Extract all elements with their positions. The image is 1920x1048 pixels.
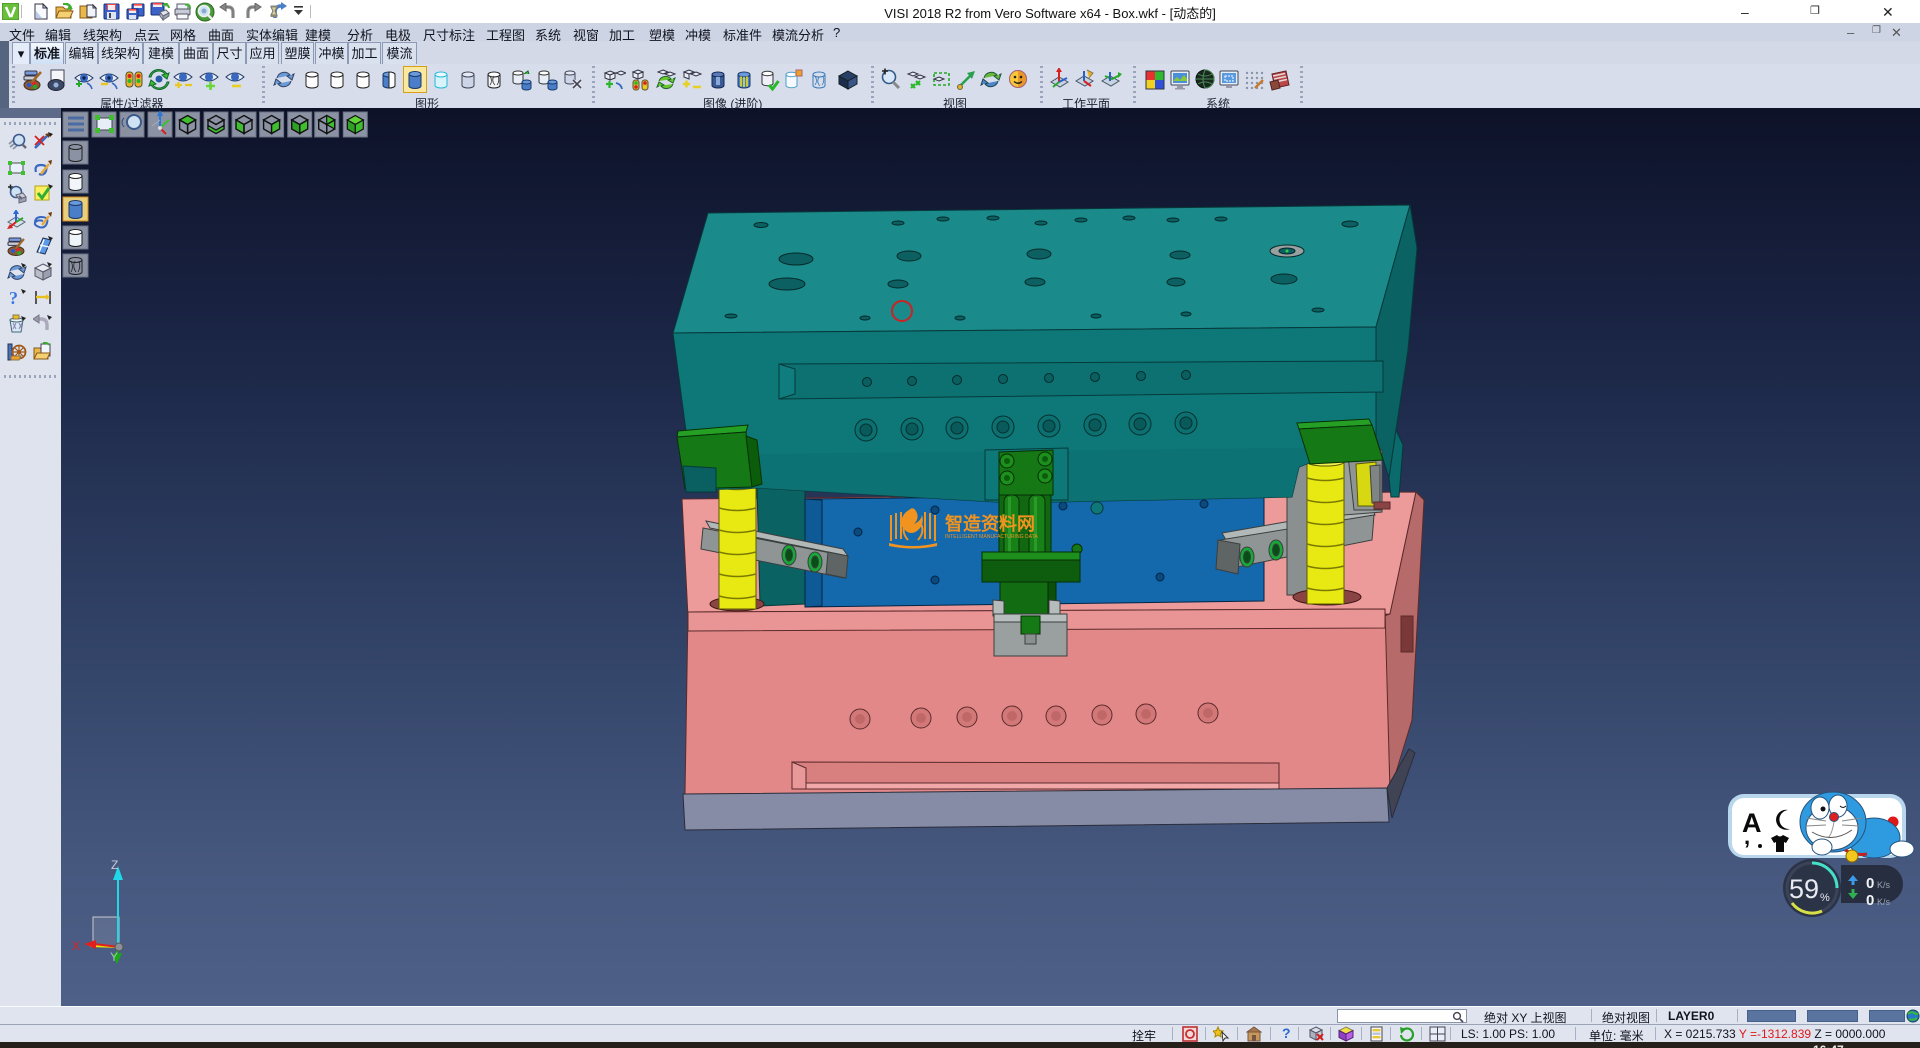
svg-text:K/s: K/s	[1877, 897, 1891, 907]
svg-text:K/s: K/s	[1877, 880, 1891, 890]
svg-text:0: 0	[1866, 875, 1874, 892]
svg-text:,: ,	[1744, 824, 1750, 849]
svg-text:Y: Y	[110, 950, 118, 964]
svg-text:Z: Z	[111, 858, 118, 872]
svg-text:智造资料网: 智造资料网	[945, 513, 1035, 534]
svg-text:59: 59	[1789, 874, 1819, 904]
svg-text:INTELLIGENT MANUFACTURING DATA: INTELLIGENT MANUFACTURING DATA	[945, 534, 1038, 540]
svg-text:X: X	[72, 939, 80, 953]
svg-text:?: ?	[9, 288, 18, 308]
svg-text:%: %	[1820, 892, 1830, 904]
svg-text:0: 0	[1866, 892, 1874, 909]
